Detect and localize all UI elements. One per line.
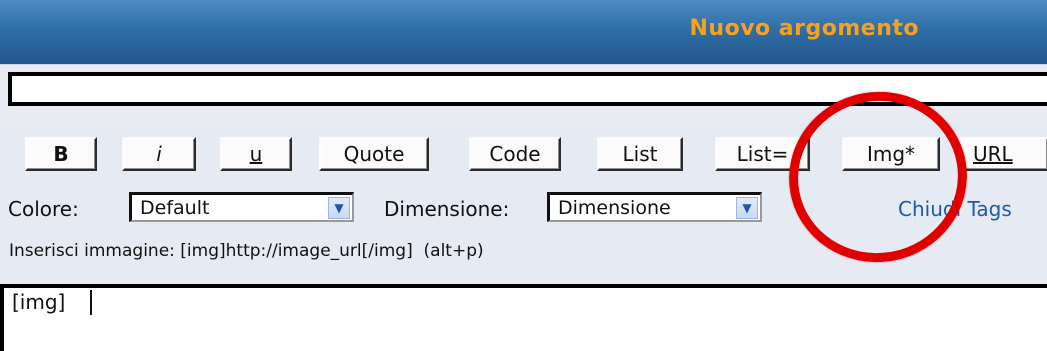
size-select-value: Dimensione: [558, 196, 671, 219]
color-select-value: Default: [140, 196, 210, 219]
help-text: Inserisci immagine: [img]http://image_ur…: [9, 241, 484, 261]
image-button[interactable]: Img*: [842, 137, 940, 171]
color-label: Colore:: [8, 197, 79, 221]
chevron-down-icon[interactable]: ▼: [736, 197, 758, 219]
message-editor[interactable]: [img]: [0, 284, 1047, 351]
size-select[interactable]: Dimensione ▼: [547, 192, 762, 222]
subject-row: [0, 64, 1047, 125]
url-button[interactable]: URL: [959, 137, 1047, 171]
form-header: Nuovo argomento: [0, 0, 1047, 64]
text-cursor: [90, 290, 92, 315]
quote-button[interactable]: Quote: [319, 137, 429, 171]
chevron-down-icon[interactable]: ▼: [328, 197, 350, 219]
form-title: Nuovo argomento: [689, 16, 919, 41]
subject-input[interactable]: [8, 72, 1047, 106]
underline-button[interactable]: u: [220, 137, 292, 171]
bbcode-toolbar-panel: B i u Quote Code List List= Img* URL Col…: [0, 124, 1047, 284]
italic-button[interactable]: i: [122, 137, 196, 171]
list-button[interactable]: List: [597, 137, 683, 171]
size-label: Dimensione:: [384, 197, 510, 221]
code-button[interactable]: Code: [469, 137, 561, 171]
bold-button[interactable]: B: [25, 137, 97, 171]
editor-content: [img]: [12, 290, 66, 314]
ordered-list-button[interactable]: List=: [715, 137, 810, 171]
close-tags-link[interactable]: Chiudi Tags: [898, 197, 1012, 221]
color-select[interactable]: Default ▼: [129, 192, 354, 222]
